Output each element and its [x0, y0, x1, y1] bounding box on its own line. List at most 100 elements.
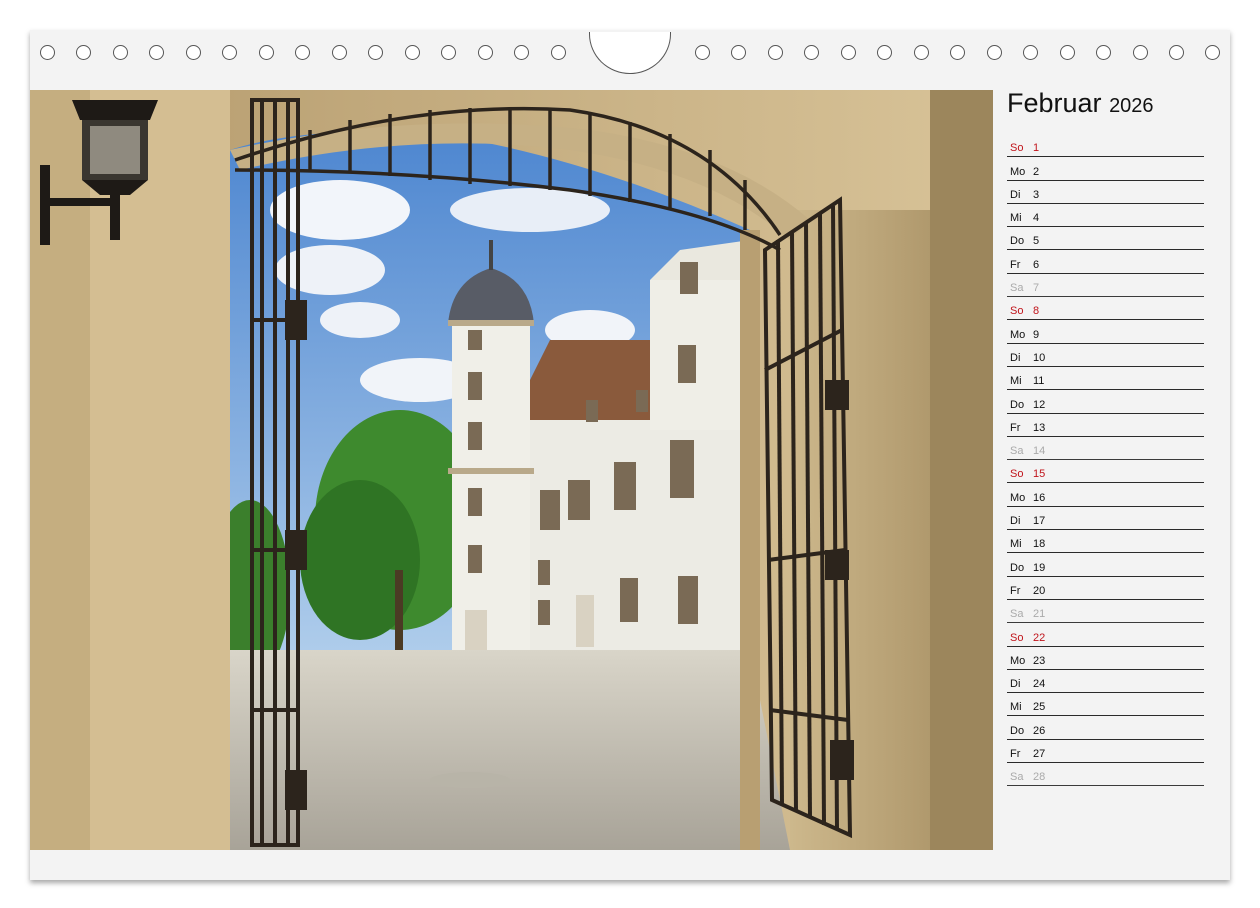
binding-hole: [149, 45, 164, 60]
day-number: 3: [1033, 188, 1040, 201]
binding-hole: [804, 45, 819, 60]
day-number: 23: [1033, 654, 1046, 667]
binding-hole: [1023, 45, 1038, 60]
day-number: 17: [1033, 515, 1046, 528]
day-row: So 1: [1007, 134, 1204, 158]
day-row: Do 5: [1007, 227, 1204, 251]
day-number: 16: [1033, 491, 1046, 504]
day-number: 19: [1033, 561, 1046, 574]
binding-hole: [950, 45, 965, 60]
month-panel: Februar 2026 So 1 Mo 2 Di 3 Mi 4 Do 5 Fr 6 Sa 7 So 8 Mo 9…: [1007, 88, 1207, 787]
day-number: 26: [1033, 724, 1046, 737]
binding-hole: [441, 45, 456, 60]
weekday-label: Fr: [1010, 748, 1021, 761]
binding-hole: [914, 45, 929, 60]
binding-hole: [368, 45, 383, 60]
weekday-label: So: [1010, 631, 1024, 644]
day-number: 4: [1033, 212, 1040, 225]
day-row: Sa 7: [1007, 274, 1204, 298]
binding-hole: [186, 45, 201, 60]
day-row: Fr 20: [1007, 577, 1204, 600]
day-row: Mo 2: [1007, 157, 1204, 181]
weekday-label: Di: [1010, 188, 1021, 201]
binding-hole: [478, 45, 493, 60]
day-row: Mi 11: [1007, 367, 1204, 391]
day-number: 11: [1033, 375, 1045, 388]
day-number: 28: [1033, 771, 1046, 784]
day-row: Fr 13: [1007, 414, 1204, 437]
day-number: 25: [1033, 701, 1046, 714]
day-row: Di 10: [1007, 344, 1204, 367]
weekday-label: So: [1010, 142, 1024, 155]
day-row: Fr 6: [1007, 250, 1204, 274]
binding-hole: [405, 45, 420, 60]
weekday-label: Mo: [1010, 654, 1026, 667]
binding-hole: [1096, 45, 1111, 60]
day-number: 27: [1033, 748, 1046, 761]
day-number: 15: [1033, 468, 1046, 481]
binding-hole: [1060, 45, 1075, 60]
binding-hole: [768, 45, 783, 60]
day-row: Mo 16: [1007, 483, 1204, 507]
day-row: Di 24: [1007, 670, 1204, 694]
day-row: Mi 25: [1007, 693, 1204, 717]
weekday-label: Di: [1010, 351, 1021, 364]
weekday-label: Do: [1010, 235, 1025, 248]
day-number: 14: [1033, 445, 1046, 458]
weekday-label: Fr: [1010, 584, 1021, 597]
day-number: 24: [1033, 678, 1046, 691]
binding-hole: [113, 45, 128, 60]
day-number: 8: [1033, 305, 1040, 318]
binding-hole: [40, 45, 55, 60]
day-number: 12: [1033, 398, 1046, 411]
day-number: 18: [1033, 538, 1046, 551]
day-number: 13: [1033, 421, 1046, 434]
day-row: Mo 9: [1007, 320, 1204, 344]
binding-hole: [987, 45, 1002, 60]
weekday-label: Sa: [1010, 282, 1024, 295]
binding-hole: [332, 45, 347, 60]
day-row: Mi 4: [1007, 204, 1204, 228]
weekday-label: Do: [1010, 561, 1025, 574]
day-row: Sa 28: [1007, 763, 1204, 787]
weekday-label: Sa: [1010, 445, 1024, 458]
binding-hole: [76, 45, 91, 60]
day-row: Sa 21: [1007, 600, 1204, 624]
weekday-label: Mo: [1010, 491, 1026, 504]
binding-hole: [1205, 45, 1220, 60]
weekday-label: So: [1010, 468, 1024, 481]
day-number: 6: [1033, 258, 1040, 271]
day-number: 5: [1033, 235, 1040, 248]
weekday-label: Fr: [1010, 258, 1021, 271]
day-number: 20: [1033, 584, 1046, 597]
weekday-label: Sa: [1010, 608, 1024, 621]
day-row: So 15: [1007, 460, 1204, 484]
binding-hole: [514, 45, 529, 60]
weekday-label: Sa: [1010, 771, 1024, 784]
day-number: 22: [1033, 631, 1046, 644]
day-row: Mo 23: [1007, 647, 1204, 670]
weekday-label: Mi: [1010, 701, 1022, 714]
weekday-label: Do: [1010, 398, 1025, 411]
day-number: 1: [1033, 142, 1040, 155]
weekday-label: Di: [1010, 678, 1021, 691]
day-row: Mi 18: [1007, 530, 1204, 554]
hanger-notch: [589, 32, 671, 74]
day-row: Di 3: [1007, 181, 1204, 204]
month-title: Februar 2026: [1007, 88, 1207, 121]
binding-hole: [259, 45, 274, 60]
binding-hole: [1133, 45, 1148, 60]
weekday-label: Mo: [1010, 165, 1026, 178]
day-row: So 8: [1007, 297, 1204, 321]
binding-hole: [695, 45, 710, 60]
weekday-label: Mi: [1010, 212, 1022, 225]
binding-hole: [222, 45, 237, 60]
binding-hole: [295, 45, 310, 60]
day-number: 2: [1033, 165, 1040, 178]
month-year: 2026: [1109, 95, 1154, 117]
wall-calendar-page: Februar 2026 So 1 Mo 2 Di 3 Mi 4 Do 5 Fr 6 Sa 7 So 8 Mo 9…: [30, 30, 1230, 880]
binding-hole: [1169, 45, 1184, 60]
month-name: Februar: [1007, 88, 1102, 118]
day-row: So 22: [1007, 623, 1204, 647]
binding-hole: [551, 45, 566, 60]
